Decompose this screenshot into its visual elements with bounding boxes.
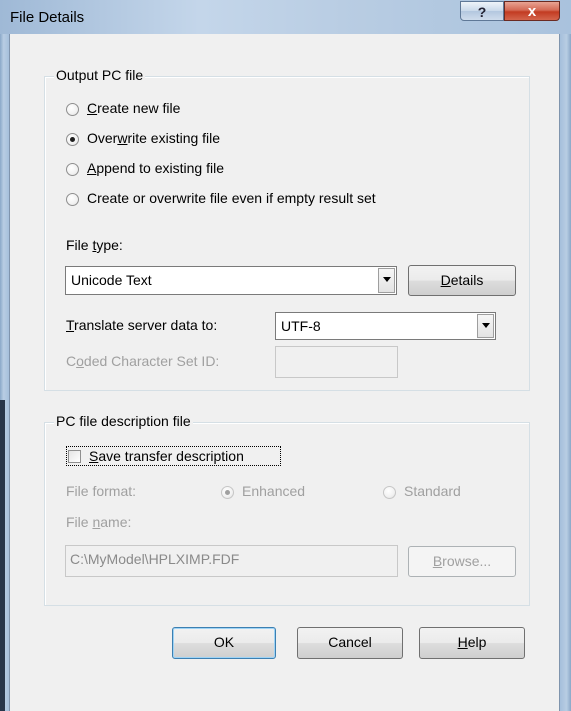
window-right-border — [560, 34, 571, 711]
radio-indicator — [383, 486, 396, 499]
save-transfer-description-checkbox[interactable]: Save transfer description — [66, 446, 281, 466]
save-transfer-description-label: Save transfer description — [89, 448, 244, 464]
question-icon: ? — [477, 4, 487, 20]
file-name-value: C:\MyModel\HPLXIMP.FDF — [70, 551, 240, 567]
standard-label: Standard — [404, 483, 461, 499]
title-close-button[interactable]: x — [504, 1, 560, 21]
file-name-field[interactable]: C:\MyModel\HPLXIMP.FDF — [65, 545, 398, 577]
radio-indicator-selected — [66, 133, 79, 146]
close-icon: x — [527, 3, 537, 20]
browse-button[interactable]: Browse... — [408, 546, 516, 577]
window-title: File Details — [10, 9, 85, 26]
overwrite-existing-file-label: Overwrite existing file — [87, 130, 221, 146]
radio-indicator — [66, 103, 79, 116]
ccsid-field[interactable] — [275, 346, 398, 378]
create-or-overwrite-label: Create or overwrite file even if empty r… — [87, 190, 376, 206]
enhanced-radio[interactable]: Enhanced — [221, 483, 331, 501]
enhanced-label: Enhanced — [242, 483, 306, 499]
ccsid-label: Coded Character Set ID: — [66, 353, 220, 369]
file-type-dropdown[interactable]: Unicode Text — [65, 266, 397, 295]
details-button[interactable]: Details — [408, 265, 516, 296]
translate-value: UTF-8 — [281, 318, 321, 334]
radio-indicator — [66, 163, 79, 176]
checkbox-indicator — [68, 450, 81, 463]
file-name-label: File name: — [66, 514, 132, 530]
cancel-button[interactable]: Cancel — [297, 627, 403, 659]
file-format-label: File format: — [66, 483, 137, 499]
radio-indicator — [66, 193, 79, 206]
file-type-value: Unicode Text — [71, 272, 152, 288]
help-button[interactable]: Help — [419, 627, 525, 659]
radio-indicator-selected — [221, 486, 234, 499]
output-pc-file-group — [44, 76, 530, 391]
chevron-down-icon[interactable] — [477, 314, 494, 338]
standard-radio[interactable]: Standard — [383, 483, 483, 501]
ok-button[interactable]: OK — [172, 627, 276, 659]
create-new-file-label: Create new file — [87, 100, 181, 116]
title-help-button[interactable]: ? — [460, 1, 504, 21]
overwrite-existing-file-radio[interactable]: Overwrite existing file — [66, 130, 286, 148]
append-to-existing-file-label: Append to existing file — [87, 160, 224, 176]
pc-file-description-legend: PC file description file — [54, 413, 193, 429]
output-pc-file-legend: Output PC file — [54, 67, 146, 83]
background-window-edge — [0, 400, 5, 711]
create-new-file-radio[interactable]: Create new file — [66, 100, 286, 118]
chevron-down-icon[interactable] — [378, 268, 395, 293]
create-or-overwrite-radio[interactable]: Create or overwrite file even if empty r… — [66, 190, 436, 208]
translate-label: Translate server data to: — [66, 317, 218, 333]
append-to-existing-file-radio[interactable]: Append to existing file — [66, 160, 286, 178]
translate-dropdown[interactable]: UTF-8 — [275, 312, 496, 340]
file-type-label: File type: — [66, 237, 123, 253]
